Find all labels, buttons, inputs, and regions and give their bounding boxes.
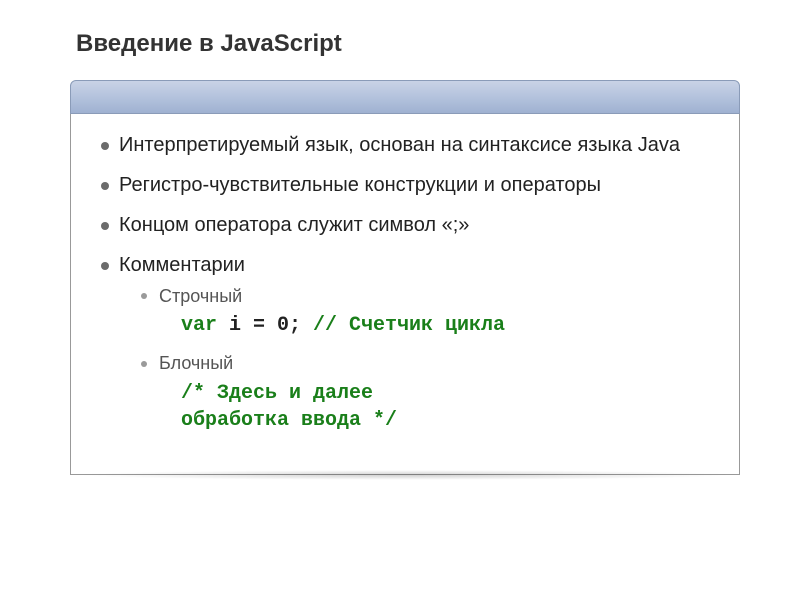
bullet-item: Регистро-чувствительные конструкции и оп… <box>97 172 713 198</box>
sub-bullet-item: Строчный var i = 0; // Счетчик цикла <box>119 284 713 339</box>
sub-bullet-text: Блочный <box>159 353 233 373</box>
content-panel: Интерпретируемый язык, основан на синтак… <box>70 80 740 475</box>
sub-bullet-text: Строчный <box>159 286 242 306</box>
bullet-text: Регистро-чувствительные конструкции и оп… <box>119 174 601 196</box>
code-statement: i = 0; <box>217 314 313 337</box>
code-block-comment: /* Здесь и далее обработка ввода */ <box>181 382 397 432</box>
bullet-item: Комментарии Строчный var i = 0; // Счетч… <box>97 252 713 434</box>
bullet-text: Концом оператора служит символ «;» <box>119 214 469 236</box>
bullet-text: Интерпретируемый язык, основан на синтак… <box>119 134 680 156</box>
code-sample-inline: var i = 0; // Счетчик цикла <box>181 312 713 339</box>
sub-bullet-item: Блочный /* Здесь и далее обработка ввода… <box>119 351 713 433</box>
bullet-item: Интерпретируемый язык, основан на синтак… <box>97 132 713 158</box>
bullet-text: Комментарии <box>119 254 245 276</box>
code-comment: // Счетчик цикла <box>313 314 505 337</box>
code-keyword: var <box>181 314 217 337</box>
bullet-item: Концом оператора служит символ «;» <box>97 212 713 238</box>
panel-body: Интерпретируемый язык, основан на синтак… <box>70 114 740 475</box>
slide-title: Введение в JavaScript <box>70 30 740 58</box>
sub-bullet-list: Строчный var i = 0; // Счетчик цикла Бло… <box>119 284 713 434</box>
slide: Введение в JavaScript Интерпретируемый я… <box>0 0 800 495</box>
panel-header-bar <box>70 80 740 114</box>
bullet-list: Интерпретируемый язык, основан на синтак… <box>97 132 713 434</box>
code-sample-block: /* Здесь и далее обработка ввода */ <box>181 380 713 434</box>
